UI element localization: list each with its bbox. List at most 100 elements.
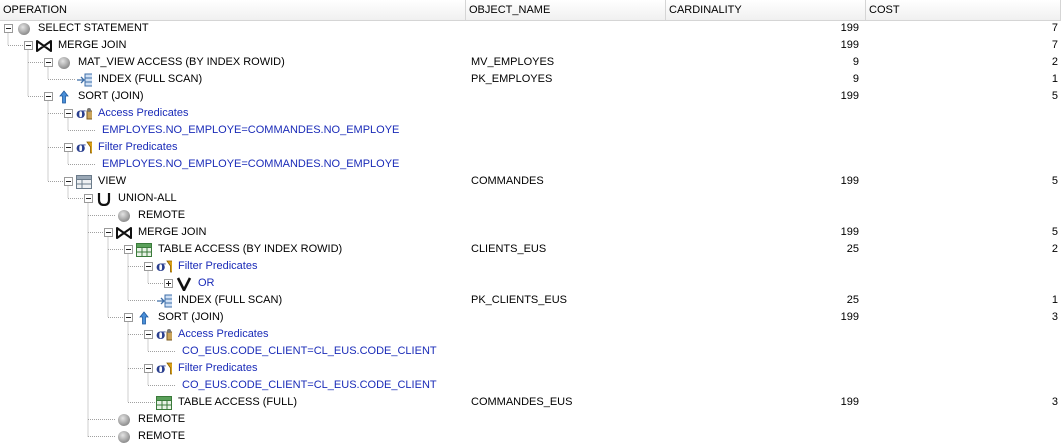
svg-text:σ: σ [156,259,166,274]
collapse-toggle[interactable] [84,194,93,203]
cost-cell [866,343,1058,360]
operation-cell: CO_EUS.CODE_CLIENT=CL_EUS.CODE_CLIENT [0,343,466,360]
column-header-cost[interactable]: COST [866,0,1061,20]
plan-row[interactable]: INDEX (FULL SCAN) PK_CLIENTS_EUS 25 1 [0,292,1061,309]
cost-cell [866,190,1058,207]
plan-row[interactable]: MERGE JOIN 199 5 [0,224,1061,241]
operation-label: INDEX (FULL SCAN) [98,73,203,85]
collapse-toggle[interactable] [144,330,153,339]
collapse-toggle[interactable] [104,228,113,237]
operation-label: SORT (JOIN) [158,311,224,323]
circle-icon [56,55,72,70]
operation-label: UNION-ALL [118,192,177,204]
plan-row[interactable]: σ Filter Predicates [0,360,1061,377]
collapse-toggle[interactable] [64,109,73,118]
index-icon [76,72,92,87]
operation-label: Access Predicates [98,107,189,119]
collapse-toggle[interactable] [144,262,153,271]
operation-cell: INDEX (FULL SCAN) [0,292,466,309]
plan-row[interactable]: REMOTE [0,428,1061,445]
plan-row[interactable]: SORT (JOIN) 199 5 [0,88,1061,105]
column-header-object-name[interactable]: OBJECT_NAME [466,0,666,20]
column-header-operation[interactable]: OPERATION [0,0,466,20]
plan-row[interactable]: TABLE ACCESS (FULL) COMMANDES_EUS 199 3 [0,394,1061,411]
plan-row[interactable]: EMPLOYES.NO_EMPLOYE=COMMANDES.NO_EMPLOYE [0,122,1061,139]
plan-row[interactable]: OR [0,275,1061,292]
index-icon [156,293,172,308]
plan-row[interactable]: σ Filter Predicates [0,139,1061,156]
plan-row[interactable]: SORT (JOIN) 199 3 [0,309,1061,326]
sort-icon [56,89,72,104]
operation-cell: EMPLOYES.NO_EMPLOYE=COMMANDES.NO_EMPLOYE [0,156,466,173]
cost-cell: 1 [1051,73,1058,85]
collapse-toggle[interactable] [44,58,53,67]
plan-row[interactable]: CO_EUS.CODE_CLIENT=CL_EUS.CODE_CLIENT [0,377,1061,394]
cost-cell: 7 [1051,22,1058,34]
plan-row[interactable]: MAT_VIEW ACCESS (BY INDEX ROWID) MV_EMPLO… [0,54,1061,71]
object-name-cell [471,105,661,122]
plan-row[interactable]: EMPLOYES.NO_EMPLOYE=COMMANDES.NO_EMPLOYE [0,156,1061,173]
plan-row[interactable]: σ Access Predicates [0,326,1061,343]
collapse-toggle[interactable] [144,364,153,373]
collapse-toggle[interactable] [124,313,133,322]
plan-row[interactable]: MERGE JOIN 199 7 [0,37,1061,54]
object-name-cell [471,258,661,275]
cardinality-cell [666,122,859,139]
cost-cell [866,360,1058,377]
operation-cell: VIEW [0,173,466,190]
operation-label: REMOTE [138,209,186,221]
plan-row[interactable]: REMOTE [0,411,1061,428]
plan-row[interactable]: SELECT STATEMENT 199 7 [0,20,1061,37]
object-name-cell: CLIENTS_EUS [471,243,547,255]
plan-row[interactable]: σ Access Predicates [0,105,1061,122]
collapse-toggle[interactable] [44,92,53,101]
cardinality-cell: 199 [840,39,859,51]
column-header: OPERATION OBJECT_NAME CARDINALITY COST [0,0,1061,21]
explain-plan-tree[interactable]: SELECT STATEMENT 199 7 MERGE JOIN 199 7 MAT_VI… [0,20,1061,446]
operation-cell: SORT (JOIN) [0,88,466,105]
plan-row[interactable]: INDEX (FULL SCAN) PK_EMPLOYES 9 1 [0,71,1061,88]
collapse-toggle[interactable] [64,143,73,152]
cardinality-cell [666,360,859,377]
expand-toggle[interactable] [164,279,173,288]
predicate-text: CO_EUS.CODE_CLIENT=CL_EUS.CODE_CLIENT [182,379,437,391]
merge-join-icon [36,38,52,53]
collapse-toggle[interactable] [64,177,73,186]
operation-cell: REMOTE [0,428,466,445]
object-name-cell [471,20,661,37]
union-icon [96,191,112,206]
table-icon [156,395,172,410]
plan-row[interactable]: REMOTE [0,207,1061,224]
cardinality-cell: 25 [846,294,859,306]
plan-row[interactable]: VIEW COMMANDES 199 5 [0,173,1061,190]
circle-icon [116,412,132,427]
filter-predicate-icon: σ [76,140,92,155]
cost-cell [866,326,1058,343]
plan-row[interactable]: CO_EUS.CODE_CLIENT=CL_EUS.CODE_CLIENT [0,343,1061,360]
column-header-cardinality[interactable]: CARDINALITY [666,0,866,20]
operation-cell: CO_EUS.CODE_CLIENT=CL_EUS.CODE_CLIENT [0,377,466,394]
operation-label: Filter Predicates [178,362,258,374]
collapse-toggle[interactable] [24,41,33,50]
operation-label: SORT (JOIN) [78,90,144,102]
operation-label: OR [198,277,215,289]
operation-cell: TABLE ACCESS (FULL) [0,394,466,411]
collapse-toggle[interactable] [124,245,133,254]
operation-label: REMOTE [138,413,186,425]
operation-cell: MERGE JOIN [0,37,466,54]
operation-label: REMOTE [138,430,186,442]
predicate-text: CO_EUS.CODE_CLIENT=CL_EUS.CODE_CLIENT [182,345,437,357]
cost-cell: 2 [1051,56,1058,68]
plan-row[interactable]: σ Filter Predicates [0,258,1061,275]
cardinality-cell [666,377,859,394]
object-name-cell [471,326,661,343]
operation-label: MERGE JOIN [58,39,127,51]
cardinality-cell: 25 [846,243,859,255]
cardinality-cell [666,139,859,156]
cost-cell [866,411,1058,428]
operation-cell: UNION-ALL [0,190,466,207]
plan-row[interactable]: TABLE ACCESS (BY INDEX ROWID) CLIENTS_EUS… [0,241,1061,258]
plan-row[interactable]: UNION-ALL [0,190,1061,207]
cardinality-cell [666,275,859,292]
collapse-toggle[interactable] [4,24,13,33]
